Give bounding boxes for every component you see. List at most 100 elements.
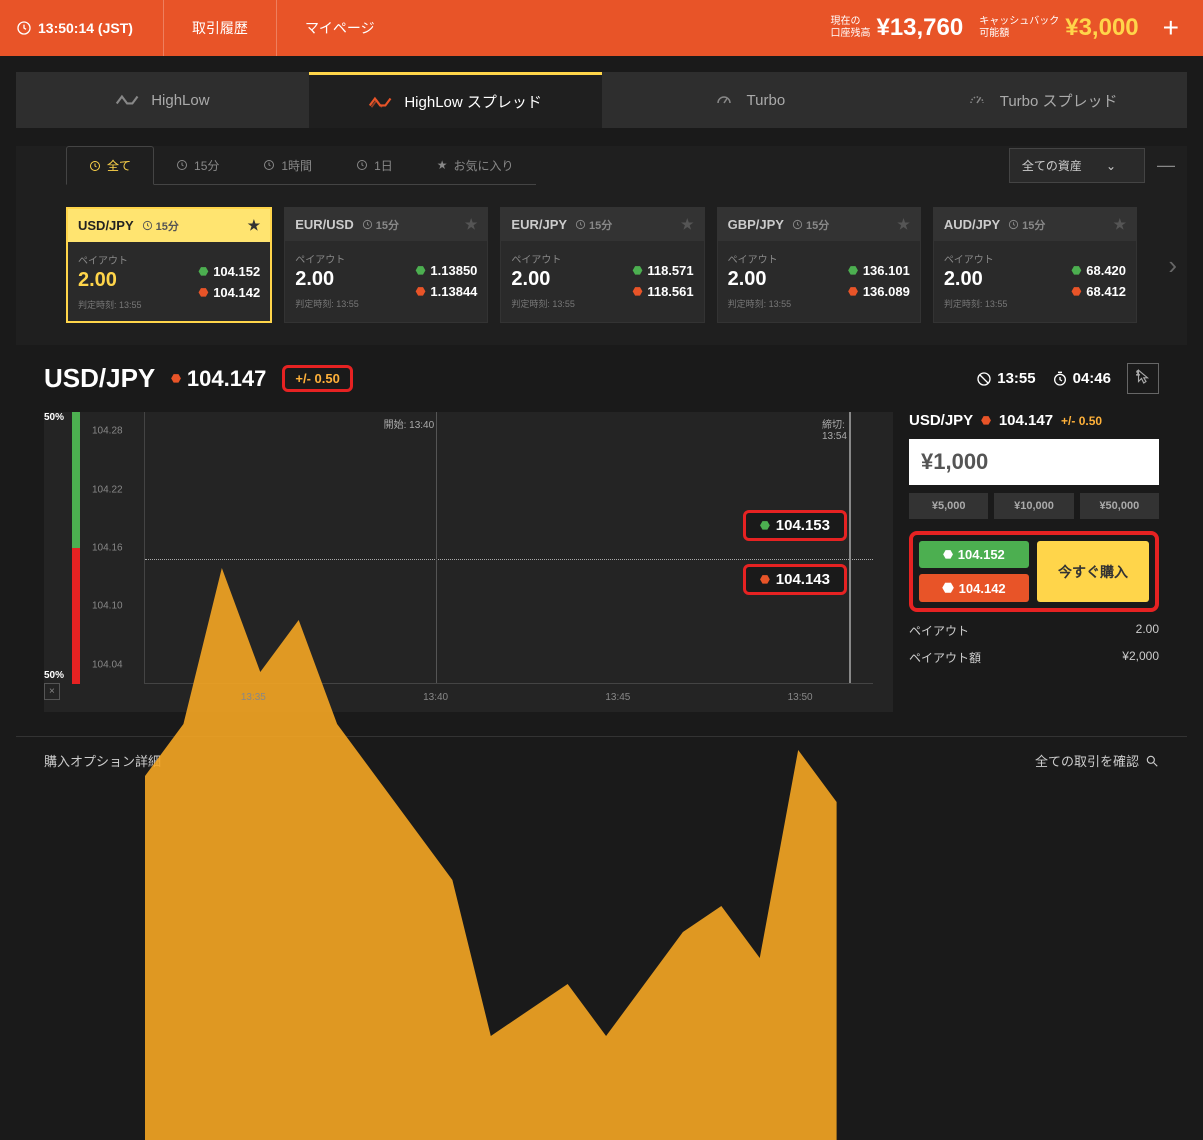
trade-pair: USD/JPY [44, 363, 155, 394]
clock-icon [362, 219, 373, 230]
clock-icon [792, 219, 803, 230]
nav-history[interactable]: 取引履歴 [163, 0, 276, 56]
clock-icon [176, 159, 188, 171]
chart-high-tag: ⬣104.153 [743, 510, 847, 541]
timer-icon [1052, 371, 1068, 387]
high-button[interactable]: ⬣104.152 [919, 541, 1029, 568]
clock-icon [1008, 219, 1019, 230]
header-clock: 13:50:14 (JST) [16, 20, 133, 36]
x-tick: 13:40 [423, 692, 448, 703]
low-button[interactable]: ⬣104.142 [919, 574, 1029, 602]
arrow-down-icon: ⬣ [942, 580, 953, 596]
preset-10k[interactable]: ¥10,000 [994, 493, 1073, 519]
arrow-down-icon: ⬣ [848, 285, 858, 298]
collapse-button[interactable]: — [1157, 155, 1175, 176]
star-icon[interactable]: ★ [681, 216, 694, 233]
x-tick: 13:50 [788, 692, 813, 703]
filter-all[interactable]: 全て [66, 146, 154, 185]
chevron-down-icon: ⌄ [1106, 159, 1116, 173]
payout-rate-row: ペイアウト2.00 [909, 622, 1159, 639]
no-clock-icon [976, 371, 992, 387]
clock-icon [263, 159, 275, 171]
clock-icon [356, 159, 368, 171]
chart-low-tag: ⬣104.143 [743, 564, 847, 595]
clock-icon [89, 160, 101, 172]
y-tick: 104.04 [92, 659, 123, 670]
arrow-up-icon: ⬣ [1072, 264, 1082, 277]
price-chart[interactable]: 50% 50% × 104.04104.10104.16104.22104.28… [44, 412, 893, 712]
arrow-up-icon: ⬣ [199, 265, 209, 278]
baseline [145, 559, 873, 560]
filter-1d[interactable]: 1日 [334, 146, 415, 185]
arrow-up-icon: ⬣ [943, 548, 953, 561]
y-tick: 104.22 [92, 484, 123, 495]
star-icon[interactable]: ★ [465, 216, 478, 233]
nav-mypage[interactable]: マイページ [276, 0, 403, 56]
x-tick: 13:45 [605, 692, 630, 703]
settle-time: 13:55 [976, 370, 1035, 387]
countdown: 04:46 [1052, 370, 1111, 387]
arrow-down-icon: ⬣ [199, 286, 209, 299]
mode-tabs: HighLow HighLow スプレッド Turbo Turbo スプレッド [16, 72, 1187, 128]
spread-badge: +/- 0.50 [282, 365, 352, 392]
asset-card[interactable]: USD/JPY 15分 ★ ペイアウト 2.00 判定時刻: 13:55 ⬣10… [66, 207, 272, 323]
preset-50k[interactable]: ¥50,000 [1080, 493, 1159, 519]
arrow-down-icon: ⬣ [1072, 285, 1082, 298]
arrow-down-icon: ⬣ [416, 285, 426, 298]
clock-icon [575, 219, 586, 230]
asset-card[interactable]: GBP/JPY 15分 ★ ペイアウト 2.00 判定時刻: 13:55 ⬣13… [717, 207, 921, 323]
asset-card[interactable]: EUR/USD 15分 ★ ペイアウト 2.00 判定時刻: 13:55 ⬣1.… [284, 207, 488, 323]
arrow-up-icon: ⬣ [633, 264, 643, 277]
deadline-line: 締切: 13:54 [849, 412, 851, 683]
clock-icon [16, 20, 32, 36]
clock-icon [142, 220, 153, 231]
asset-select[interactable]: 全ての資産 ⌄ [1009, 148, 1145, 183]
mode-tab-highlow-spread[interactable]: HighLow スプレッド [309, 72, 602, 128]
vbar-top-label: 50% [44, 412, 64, 423]
order-head: USD/JPY ⬣ 104.147 +/- 0.50 [909, 412, 1159, 429]
filter-fav[interactable]: ★ お気に入り [415, 146, 536, 185]
turbo-icon [711, 91, 737, 109]
arrow-down-icon: ⬣ [760, 573, 770, 586]
asset-card[interactable]: EUR/JPY 15分 ★ ペイアウト 2.00 判定時刻: 13:55 ⬣11… [500, 207, 704, 323]
start-line: 開始: 13:40 [436, 412, 437, 683]
purchase-options-link[interactable]: 購入オプション詳細 [44, 751, 161, 770]
filter-1h[interactable]: 1時間 [241, 146, 334, 185]
mode-tab-highlow[interactable]: HighLow [16, 72, 309, 128]
arrow-up-icon: ⬣ [848, 264, 858, 277]
trade-price: ⬣ 104.147 [171, 366, 266, 392]
arrow-up-icon: ⬣ [416, 264, 426, 277]
all-trades-link[interactable]: 全ての取引を確認 [1035, 751, 1159, 770]
y-tick: 104.16 [92, 543, 123, 554]
balance-block: 現在の 口座残高 ¥13,760 [830, 14, 963, 42]
arrow-up-icon: ⬣ [760, 519, 770, 532]
star-icon: ★ [437, 158, 448, 172]
asset-card[interactable]: AUD/JPY 15分 ★ ペイアウト 2.00 判定時刻: 13:55 ⬣68… [933, 207, 1137, 323]
vbar-bot-label: 50% [44, 670, 64, 681]
turbo-spread-icon [964, 91, 990, 109]
mode-tab-turbo[interactable]: Turbo [602, 72, 895, 128]
star-icon[interactable]: ★ [248, 217, 261, 234]
cashback-block: キャッシュバック 可能額 ¥3,000 [979, 14, 1138, 42]
buy-button[interactable]: 今すぐ購入 [1037, 541, 1149, 602]
payout-amount-row: ペイアウト額¥2,000 [909, 649, 1159, 666]
filter-15m[interactable]: 15分 [154, 146, 241, 185]
close-vbar-button[interactable]: × [44, 683, 60, 700]
y-tick: 104.10 [92, 601, 123, 612]
one-click-button[interactable]: 1 [1127, 363, 1159, 394]
highlow-spread-icon [368, 93, 394, 111]
highlow-icon [115, 91, 141, 109]
deposit-button[interactable]: + [1155, 8, 1187, 48]
cursor-icon: 1 [1134, 368, 1152, 386]
arrow-down-icon: ⬣ [633, 285, 643, 298]
star-icon[interactable]: ★ [897, 216, 910, 233]
cards-next-button[interactable]: › [1168, 250, 1177, 281]
amount-input[interactable]: ¥1,000 [909, 439, 1159, 485]
x-tick: 13:35 [241, 692, 266, 703]
search-icon [1145, 754, 1159, 768]
arrow-down-icon: ⬣ [981, 414, 991, 427]
star-icon[interactable]: ★ [1113, 216, 1126, 233]
mode-tab-turbo-spread[interactable]: Turbo スプレッド [894, 72, 1187, 128]
preset-5k[interactable]: ¥5,000 [909, 493, 988, 519]
arrow-down-icon: ⬣ [171, 372, 181, 385]
